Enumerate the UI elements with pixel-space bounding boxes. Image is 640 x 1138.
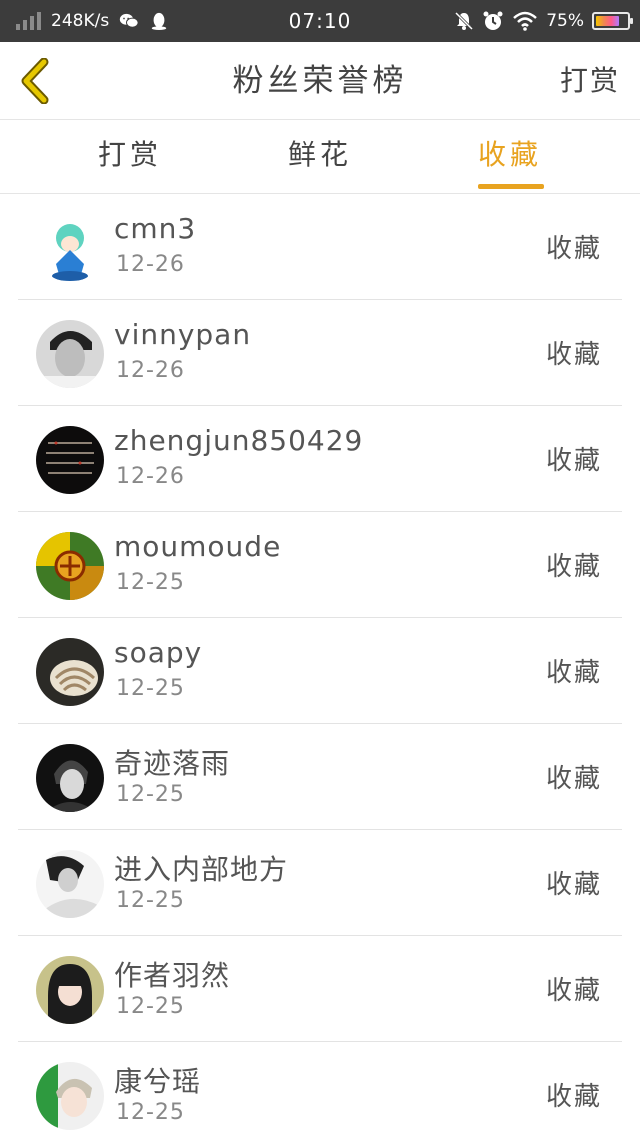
fan-date: 12-26: [116, 358, 185, 383]
status-bar: 248K/s 07:10 75%: [0, 0, 640, 42]
action-label: 收藏: [545, 976, 602, 1006]
fan-date: 12-25: [116, 1100, 185, 1125]
fan-date: 12-25: [116, 782, 185, 807]
avatar: [36, 956, 104, 1024]
fan-name: soapy: [114, 636, 203, 669]
fan-name: 奇迹落雨: [114, 747, 231, 780]
list-item[interactable]: 奇迹落雨 12-25 收藏: [0, 724, 640, 830]
action-label: 收藏: [545, 234, 602, 264]
wifi-icon: [513, 11, 538, 31]
avatar: [36, 532, 104, 600]
fan-list: cmn3 12-26 收藏 vinnypan 12-26 收藏 zhengjun…: [0, 194, 640, 1138]
fan-date: 12-26: [116, 252, 185, 277]
list-item[interactable]: soapy 12-25 收藏: [0, 618, 640, 724]
action-label: 收藏: [545, 552, 602, 582]
fan-name: vinnypan: [114, 318, 252, 351]
wechat-icon: [120, 13, 139, 28]
status-right: 75%: [454, 0, 633, 42]
avatar: [36, 320, 104, 388]
action-label: 收藏: [545, 340, 602, 370]
fan-date: 12-25: [116, 570, 185, 595]
avatar: [36, 214, 104, 282]
tab-flowers[interactable]: 鲜花: [250, 120, 390, 194]
fan-name: cmn3: [114, 212, 197, 245]
list-item[interactable]: moumoude 12-25 收藏: [0, 512, 640, 618]
reward-button[interactable]: 打赏: [560, 42, 620, 120]
top-bar: 粉丝荣誉榜 打赏: [0, 42, 640, 120]
fan-name: 进入内部地方: [114, 853, 289, 886]
list-item[interactable]: vinnypan 12-26 收藏: [0, 300, 640, 406]
fan-date: 12-26: [116, 464, 185, 489]
active-tab-indicator: [478, 184, 544, 189]
page-title: 粉丝荣誉榜: [232, 63, 408, 99]
avatar: [36, 1062, 104, 1130]
tab-reward[interactable]: 打赏: [60, 120, 200, 194]
action-label: 收藏: [545, 658, 602, 688]
qq-icon: [151, 12, 167, 30]
list-item[interactable]: 进入内部地方 12-25 收藏: [0, 830, 640, 936]
fan-name: zhengjun850429: [114, 424, 364, 457]
list-item[interactable]: cmn3 12-26 收藏: [0, 194, 640, 300]
action-label: 收藏: [545, 870, 602, 900]
list-item[interactable]: 作者羽然 12-25 收藏: [0, 936, 640, 1042]
tab-favorites[interactable]: 收藏: [440, 120, 580, 194]
fan-date: 12-25: [116, 888, 185, 913]
tab-bar: 打赏 鲜花 收藏: [0, 120, 640, 194]
avatar: [36, 744, 104, 812]
battery-icon: [592, 12, 633, 30]
action-label: 收藏: [545, 764, 602, 794]
list-item[interactable]: 康兮瑶 12-25 收藏: [0, 1042, 640, 1138]
action-label: 收藏: [545, 1082, 602, 1112]
fan-name: 作者羽然: [114, 959, 231, 992]
battery-percent: 75%: [546, 11, 584, 31]
avatar: [36, 426, 104, 494]
alarm-icon: [483, 11, 503, 30]
signal-icon: [16, 12, 41, 30]
avatar: [36, 638, 104, 706]
network-speed: 248K/s: [51, 11, 110, 31]
mute-bell-icon: [455, 11, 474, 31]
action-label: 收藏: [545, 446, 602, 476]
avatar: [36, 850, 104, 918]
fan-name: 康兮瑶: [114, 1065, 202, 1098]
fan-date: 12-25: [116, 994, 185, 1019]
list-item[interactable]: zhengjun850429 12-26 收藏: [0, 406, 640, 512]
fan-date: 12-25: [116, 676, 185, 701]
status-left: 248K/s: [16, 11, 169, 31]
fan-name: moumoude: [114, 530, 282, 563]
